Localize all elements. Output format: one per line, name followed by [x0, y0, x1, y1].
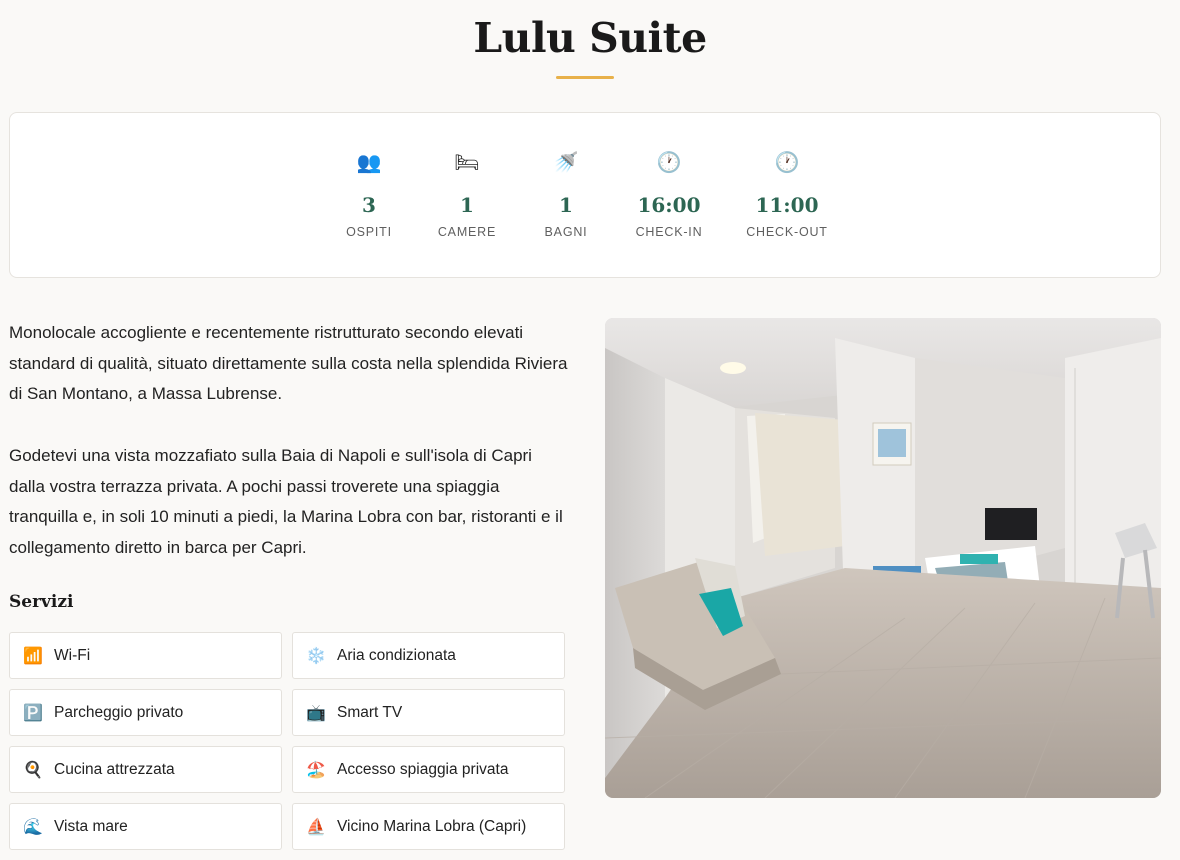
service-marina: ⛵ Vicino Marina Lobra (Capri): [292, 803, 565, 850]
frying-pan-icon: 🍳: [23, 761, 43, 779]
clock-icon: 🕐: [774, 152, 800, 174]
service-beach-access: 🏖️ Accesso spiaggia privata: [292, 746, 565, 793]
parking-icon: 🅿️: [23, 704, 43, 722]
stat-value: 11:00: [755, 193, 819, 217]
service-label: Parcheggio privato: [54, 703, 184, 721]
services-heading: Servizi: [9, 592, 74, 612]
service-label: Wi-Fi: [54, 646, 91, 664]
clock-icon: 🕐: [656, 152, 682, 174]
wave-icon: 🌊: [23, 818, 43, 836]
service-label: Smart TV: [337, 703, 403, 721]
service-kitchen: 🍳 Cucina attrezzata: [9, 746, 282, 793]
service-label: Cucina attrezzata: [54, 760, 175, 778]
tv-icon: 📺: [306, 704, 326, 722]
service-parking: 🅿️ Parcheggio privato: [9, 689, 282, 736]
shower-icon: 🚿: [553, 152, 579, 174]
service-label: Vicino Marina Lobra (Capri): [337, 817, 527, 835]
stat-label: CHECK-OUT: [746, 225, 828, 239]
service-wifi: 📶 Wi-Fi: [9, 632, 282, 679]
snowflake-icon: ❄️: [306, 647, 326, 665]
stat-value: 1: [559, 193, 573, 217]
description-paragraph: Godetevi una vista mozzafiato sulla Baia…: [9, 445, 563, 557]
service-label: Aria condizionata: [337, 646, 456, 664]
service-label: Vista mare: [54, 817, 128, 835]
service-air-conditioning: ❄️ Aria condizionata: [292, 632, 565, 679]
description: Monolocale accogliente e recentemente ri…: [9, 318, 569, 564]
stat-value: 16:00: [637, 193, 701, 217]
description-paragraph: Monolocale accogliente e recentemente ri…: [9, 323, 568, 404]
service-label: Accesso spiaggia privata: [337, 760, 509, 778]
wifi-icon: 📶: [23, 647, 43, 665]
room-photo: [605, 318, 1161, 798]
beach-icon: 🏖️: [306, 761, 326, 779]
page-title: Lulu Suite: [473, 14, 707, 62]
stats-card: 👥 3 OSPITI 🛏 1 CAMERE 🚿 1 BAGNI 🕐 16:00 …: [9, 112, 1161, 278]
sailboat-icon: ⛵: [306, 818, 326, 836]
title-underline: [556, 76, 614, 79]
stat-label: BAGNI: [544, 225, 588, 239]
stat-label: CHECK-IN: [635, 225, 703, 239]
stat-check-in: 🕐 16:00 CHECK-IN: [609, 149, 729, 239]
stat-bathrooms: 🚿 1 BAGNI: [506, 149, 626, 239]
stat-check-out: 🕐 11:00 CHECK-OUT: [727, 149, 847, 239]
service-smart-tv: 📺 Smart TV: [292, 689, 565, 736]
service-sea-view: 🌊 Vista mare: [9, 803, 282, 850]
